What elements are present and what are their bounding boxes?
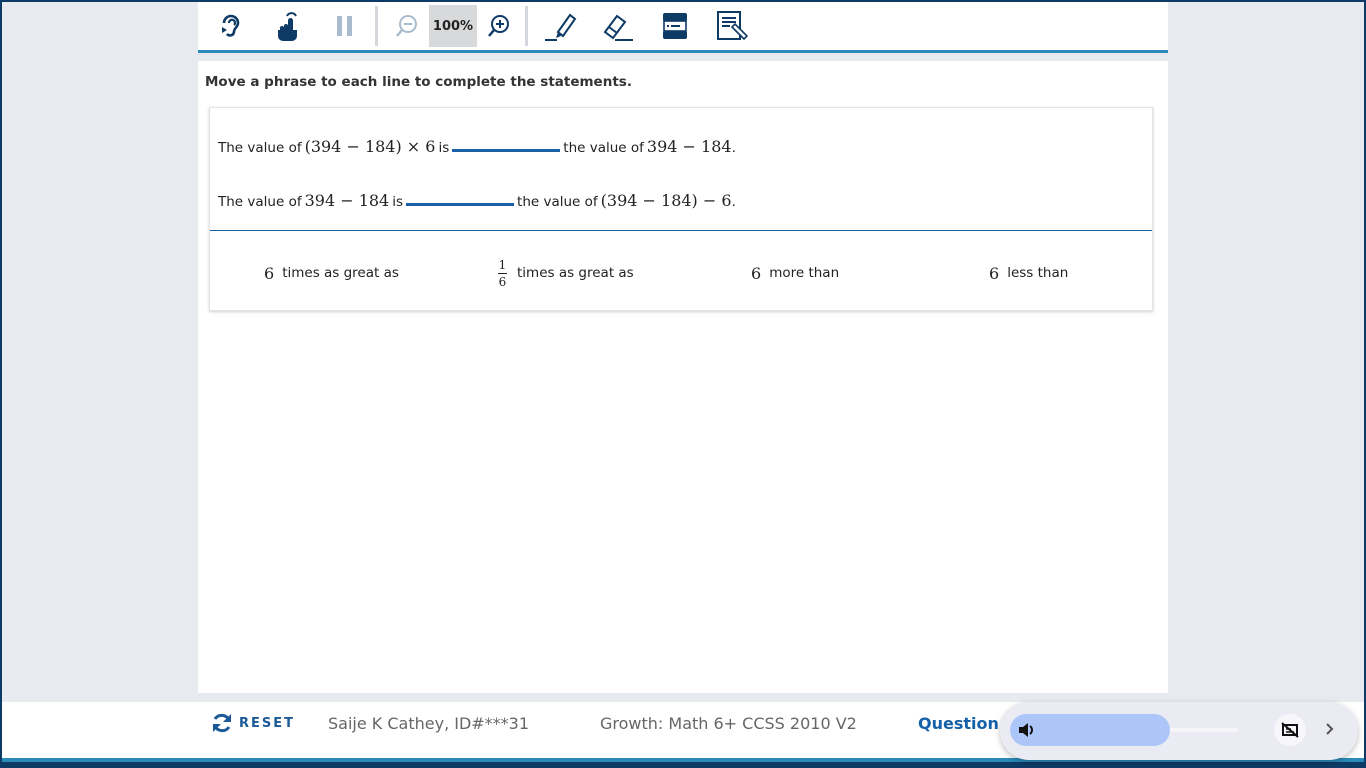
line-reader-icon: [663, 13, 687, 39]
test-name: Growth: Math 6+ CCSS 2010 V2: [600, 714, 857, 733]
statement-1: The value of (394 − 184) × 6 is the valu…: [218, 130, 736, 156]
volume-icon: [1019, 723, 1033, 737]
line-reader-button[interactable]: [651, 5, 699, 47]
toolbar: 100%: [198, 2, 1168, 53]
statement-text: is: [438, 140, 450, 156]
notepad-button[interactable]: [708, 5, 756, 47]
statement-2: The value of 394 − 184 is the value of (…: [218, 184, 736, 210]
phrase-text: times as great as: [517, 265, 634, 281]
zoom-out-button[interactable]: [387, 5, 427, 47]
fraction-bar: [498, 272, 507, 274]
phrase-text: times as great as: [282, 265, 399, 281]
drop-target-1[interactable]: [452, 130, 561, 152]
zoom-in-button[interactable]: [479, 5, 519, 47]
fraction-numerator: 1: [498, 257, 507, 272]
fraction-denominator: 6: [498, 274, 507, 289]
captions-off-button[interactable]: [1274, 714, 1306, 746]
phrase-tile-6-less[interactable]: 6 less than: [989, 256, 1068, 290]
refresh-icon: [213, 713, 231, 733]
phrase-number: 6: [264, 263, 275, 283]
statement-text: the value of: [563, 140, 644, 156]
reset-label: RESET: [239, 715, 296, 731]
reset-button[interactable]: RESET: [211, 712, 295, 734]
media-controls: [1000, 702, 1358, 760]
phrase-number: 6: [751, 263, 762, 283]
student-info: Saije K Cathey, ID#***31: [328, 714, 530, 733]
phrase-tile-one-sixth-times[interactable]: 1 6 times as great as: [498, 256, 634, 290]
drop-target-2[interactable]: [406, 184, 515, 206]
statement-text: .: [731, 194, 736, 210]
zoom-in-icon: [488, 15, 509, 37]
statement-text: .: [731, 140, 736, 156]
question-card: The value of (394 − 184) × 6 is the valu…: [209, 107, 1153, 311]
expand-button[interactable]: [1324, 720, 1336, 742]
phrase-tile-6-more[interactable]: 6 more than: [751, 256, 839, 290]
notepad-icon: [717, 11, 748, 41]
highlighter-button[interactable]: [537, 5, 585, 47]
phrase-tile-6-times[interactable]: 6 times as great as: [264, 256, 399, 290]
footer-base-line: [2, 762, 1364, 768]
captions-off-icon: [1281, 722, 1299, 738]
math-expression: (394 − 184) × 6: [304, 137, 436, 156]
statement-text: The value of: [218, 194, 302, 210]
math-expression: 394 − 184: [304, 191, 390, 210]
instructions: Move a phrase to each line to complete t…: [205, 74, 632, 90]
statement-text: is: [392, 194, 404, 210]
divider: [210, 230, 1152, 231]
math-expression: 394 − 184: [646, 137, 732, 156]
phrase-text: less than: [1007, 265, 1069, 281]
toolbar-separator: [375, 6, 378, 46]
math-expression: (394 − 184) − 6: [600, 191, 732, 210]
phrase-bank: 6 times as great as 1 6 times as great a…: [210, 238, 1152, 312]
pause-button[interactable]: [321, 5, 369, 47]
zoom-out-icon: [396, 15, 417, 37]
question-content: Move a phrase to each line to complete t…: [198, 61, 1168, 693]
fraction: 1 6: [498, 259, 507, 288]
ear-icon: [222, 14, 240, 37]
volume-slider[interactable]: [1010, 714, 1238, 746]
statement-text: the value of: [517, 194, 598, 210]
toolbar-separator: [525, 6, 528, 46]
phrase-text: more than: [769, 265, 840, 281]
pointer-button[interactable]: [264, 5, 312, 47]
statement-text: The value of: [218, 140, 302, 156]
eraser-icon: [603, 14, 633, 41]
pause-icon: [337, 16, 352, 36]
phrase-number: 6: [989, 263, 1000, 283]
zoom-level: 100%: [429, 5, 477, 47]
hand-pointer-icon: [278, 12, 297, 41]
chevron-right-icon: [1326, 723, 1334, 735]
highlighter-icon: [545, 13, 577, 41]
eraser-button[interactable]: [594, 5, 642, 47]
listen-button[interactable]: [207, 5, 255, 47]
